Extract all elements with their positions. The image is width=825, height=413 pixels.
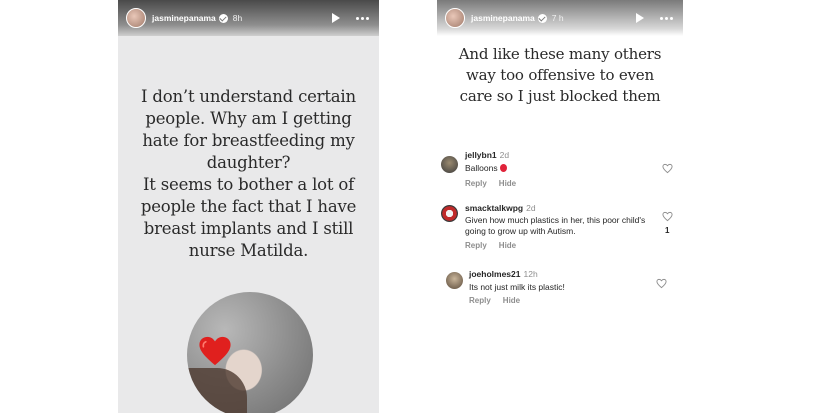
post-time: 8h bbox=[232, 13, 243, 23]
verified-badge-icon bbox=[537, 13, 547, 23]
balloon-emoji-icon bbox=[499, 164, 507, 172]
comment-username[interactable]: jellybn1 bbox=[465, 150, 497, 160]
like-count: 1 bbox=[665, 226, 670, 235]
comment-text: Its not just milk its plastic! bbox=[469, 282, 565, 292]
caption-line: It seems to bother a lot of bbox=[142, 175, 355, 194]
like-heart-icon[interactable] bbox=[662, 163, 673, 174]
commenter-avatar[interactable] bbox=[441, 205, 458, 222]
story-left: jasminepanama 8h I don’t understand cert… bbox=[118, 0, 379, 413]
play-icon[interactable] bbox=[636, 13, 644, 23]
more-options-icon[interactable] bbox=[660, 16, 673, 20]
username[interactable]: jasminepanama bbox=[152, 13, 216, 23]
like-heart-icon[interactable] bbox=[662, 211, 673, 222]
like-heart-icon[interactable] bbox=[656, 278, 667, 289]
hide-button[interactable]: Hide bbox=[499, 241, 516, 250]
heart-sticker-icon bbox=[199, 336, 231, 366]
comment-age: 2d bbox=[499, 150, 510, 160]
comment-text: Given how much plastics in her, this poo… bbox=[465, 215, 646, 236]
caption-line: I don’t understand certain bbox=[141, 87, 356, 106]
avatar[interactable] bbox=[445, 8, 465, 28]
reply-button[interactable]: Reply bbox=[465, 179, 487, 188]
story-header: jasminepanama 8h bbox=[118, 0, 379, 36]
caption-line: care so I just blocked them bbox=[459, 87, 661, 105]
hide-button[interactable]: Hide bbox=[503, 296, 520, 305]
story-caption: And like these many others way too offen… bbox=[437, 44, 683, 107]
comment-text: Balloons bbox=[465, 163, 498, 173]
comment-username[interactable]: smacktalkwpg bbox=[465, 203, 523, 213]
post-time: 7 h bbox=[551, 13, 564, 23]
avatar[interactable] bbox=[126, 8, 146, 28]
comment-age: 12h bbox=[523, 269, 538, 279]
caption-line: way too offensive to even bbox=[466, 66, 654, 84]
story-right: jasminepanama 7 h And like these many ot… bbox=[437, 0, 683, 413]
caption-line: people the fact that I have bbox=[140, 197, 357, 216]
commenter-avatar[interactable] bbox=[441, 156, 458, 173]
comment-username[interactable]: joeholmes21 bbox=[469, 269, 521, 279]
verified-badge-icon bbox=[218, 13, 228, 23]
more-options-icon[interactable] bbox=[356, 16, 369, 20]
play-icon[interactable] bbox=[332, 13, 340, 23]
story-header: jasminepanama 7 h bbox=[437, 0, 683, 36]
caption-line: nurse Matilda. bbox=[188, 241, 309, 260]
caption-line: daughter? bbox=[206, 153, 291, 172]
caption-line: breast implants and I still bbox=[143, 219, 354, 238]
comment-age: 2d bbox=[526, 203, 536, 213]
caption-line: And like these many others bbox=[458, 45, 662, 63]
caption-line: people. Why am I getting bbox=[145, 109, 352, 128]
reply-button[interactable]: Reply bbox=[469, 296, 491, 305]
username[interactable]: jasminepanama bbox=[471, 13, 535, 23]
commenter-avatar[interactable] bbox=[446, 272, 463, 289]
caption-line: hate for breastfeeding my bbox=[142, 131, 355, 150]
hide-button[interactable]: Hide bbox=[499, 179, 516, 188]
story-caption: I don’t understand certain people. Why a… bbox=[118, 86, 379, 262]
reply-button[interactable]: Reply bbox=[465, 241, 487, 250]
